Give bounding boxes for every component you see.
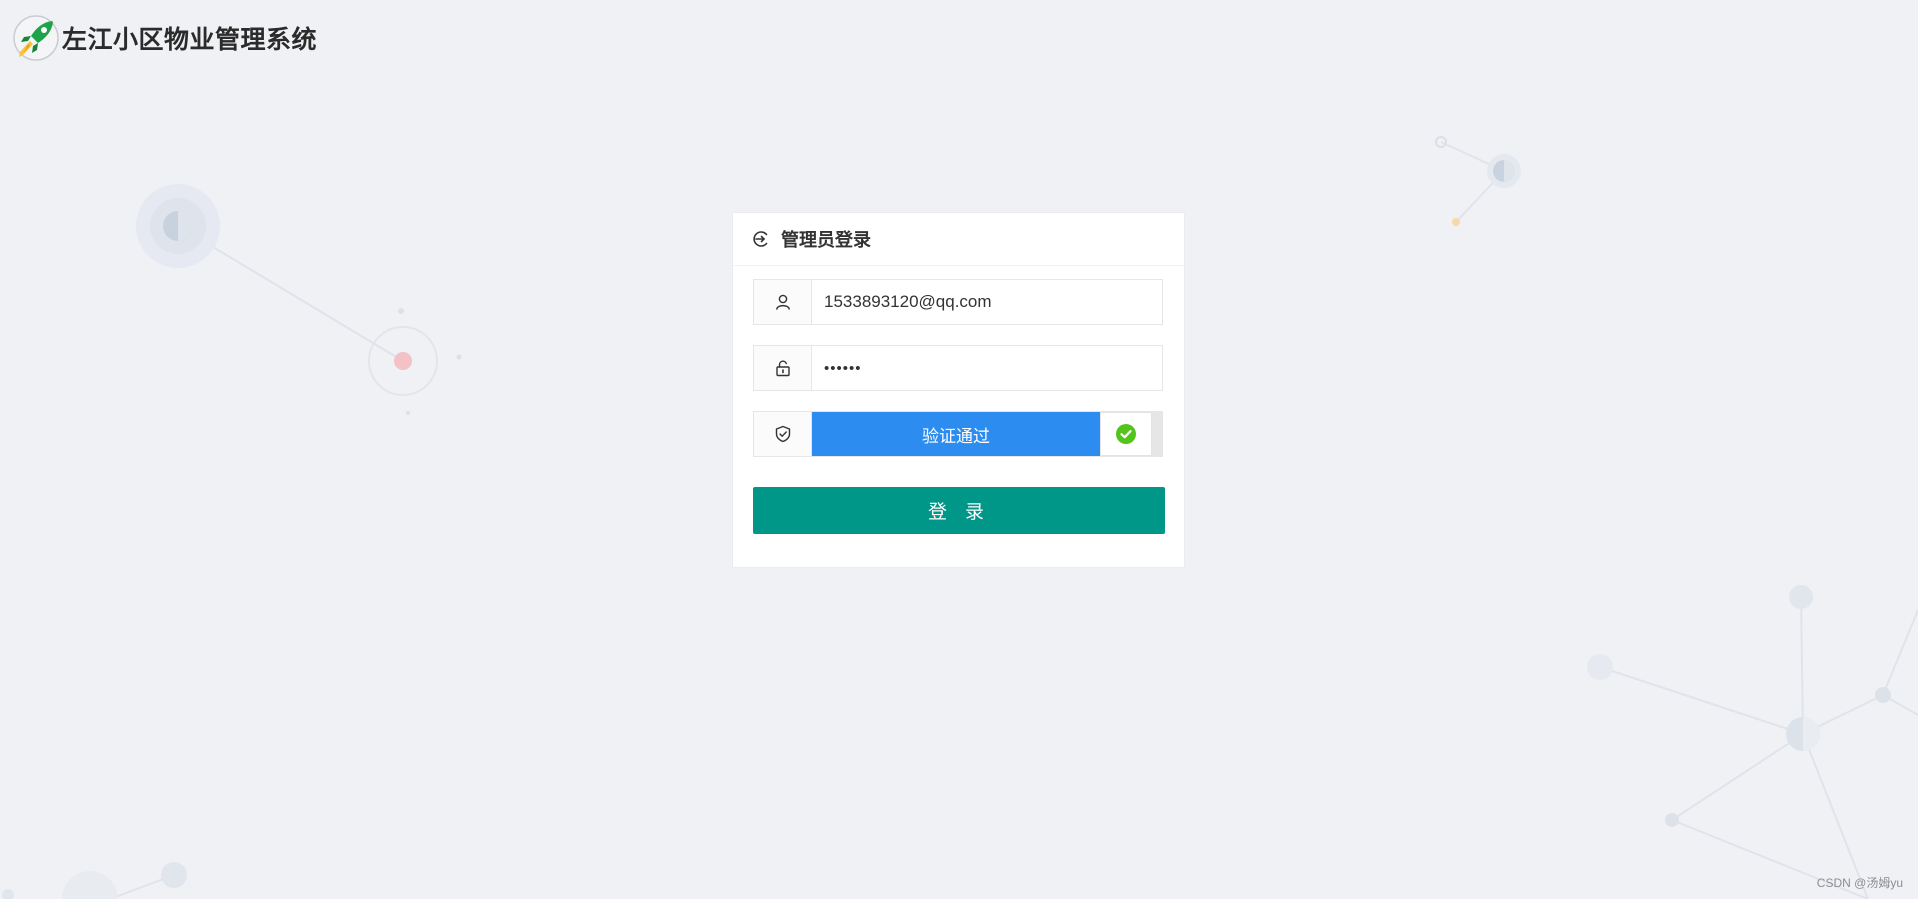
password-prefix — [754, 346, 812, 390]
shield-check-icon — [775, 425, 790, 443]
username-row — [753, 279, 1163, 325]
login-card-header: 管理员登录 — [733, 213, 1184, 266]
user-icon — [775, 294, 790, 310]
password-row — [753, 345, 1163, 391]
password-input[interactable] — [812, 346, 1162, 390]
captcha-slider-handle[interactable] — [1100, 412, 1152, 456]
username-prefix — [754, 280, 812, 324]
brand: 左江小区物业管理系统 — [12, 14, 317, 62]
captcha-row: 验证通过 — [753, 411, 1163, 457]
username-input[interactable] — [812, 280, 1162, 324]
captcha-status: 验证通过 — [812, 412, 1100, 456]
watermark: CSDN @汤姆yu — [1816, 876, 1903, 890]
rocket-icon — [13, 15, 59, 61]
check-circle-icon — [1116, 424, 1136, 444]
captcha-prefix — [754, 412, 812, 456]
login-button[interactable]: 登 录 — [753, 487, 1165, 534]
captcha-track-rest — [1152, 412, 1162, 456]
lock-icon — [775, 360, 790, 377]
app-title: 左江小区物业管理系统 — [62, 25, 318, 54]
login-icon — [753, 231, 768, 247]
login-title: 管理员登录 — [781, 230, 871, 251]
login-card: 管理员登录 验证通过 — [732, 212, 1185, 568]
captcha-slider[interactable]: 验证通过 — [812, 412, 1162, 456]
